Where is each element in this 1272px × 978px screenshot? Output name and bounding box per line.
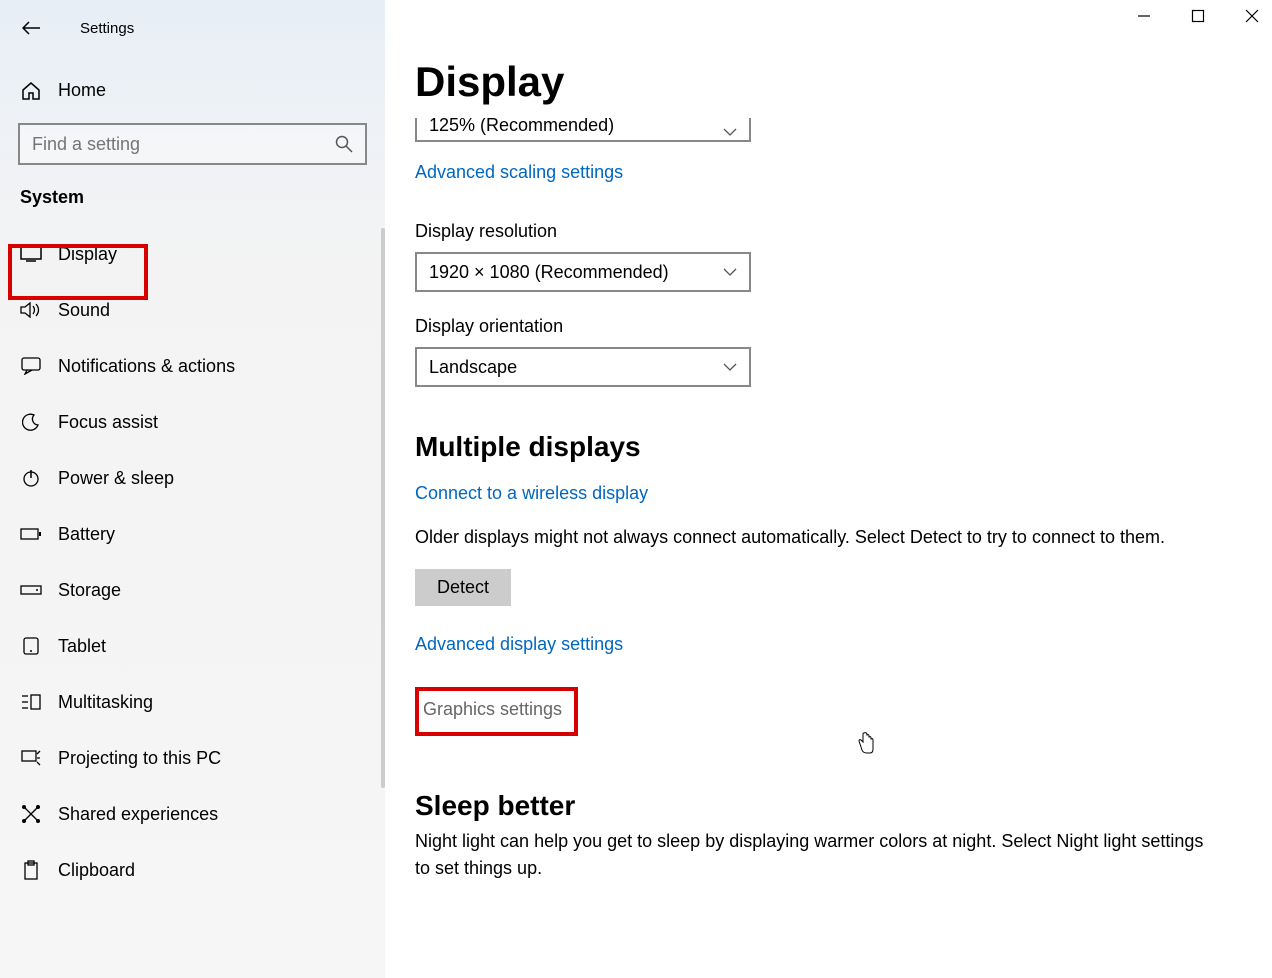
back-button[interactable] (20, 17, 42, 39)
resolution-label: Display resolution (415, 221, 1242, 242)
sidebar-item-label: Battery (58, 524, 115, 545)
sidebar-item-label: Multitasking (58, 692, 153, 713)
sidebar-item-sound[interactable]: Sound (0, 282, 385, 338)
sidebar-item-label: Home (58, 80, 106, 101)
page-title: Display (415, 58, 1242, 106)
arrow-left-icon (22, 21, 40, 35)
sidebar-item-focus-assist[interactable]: Focus assist (0, 394, 385, 450)
clipboard-icon (20, 860, 42, 880)
shared-icon (20, 805, 42, 823)
sidebar-item-label: Focus assist (58, 412, 158, 433)
resolution-value: 1920 × 1080 (Recommended) (429, 262, 669, 283)
sidebar-nav-list: Display Sound Notifications & actions Fo… (0, 226, 385, 898)
sidebar-item-home[interactable]: Home (0, 68, 385, 113)
sleep-better-heading: Sleep better (415, 790, 1242, 822)
sidebar-item-shared-experiences[interactable]: Shared experiences (0, 786, 385, 842)
projecting-icon (20, 750, 42, 766)
detect-description: Older displays might not always connect … (415, 524, 1205, 551)
advanced-display-link[interactable]: Advanced display settings (415, 634, 623, 655)
sidebar-item-notifications[interactable]: Notifications & actions (0, 338, 385, 394)
home-icon (20, 82, 42, 100)
sidebar-item-label: Projecting to this PC (58, 748, 221, 769)
sidebar-item-label: Notifications & actions (58, 356, 235, 377)
sound-icon (20, 301, 42, 319)
battery-icon (20, 528, 42, 540)
close-button[interactable] (1242, 6, 1262, 26)
sidebar-item-display[interactable]: Display (0, 226, 385, 282)
search-field[interactable] (32, 134, 321, 155)
resolution-dropdown[interactable]: 1920 × 1080 (Recommended) (415, 252, 751, 292)
sidebar-item-label: Clipboard (58, 860, 135, 881)
sleep-description: Night light can help you get to sleep by… (415, 828, 1205, 882)
storage-icon (20, 585, 42, 595)
sidebar-item-power-sleep[interactable]: Power & sleep (0, 450, 385, 506)
advanced-scaling-link[interactable]: Advanced scaling settings (415, 162, 623, 183)
multitasking-icon (20, 694, 42, 710)
sidebar-item-label: Power & sleep (58, 468, 174, 489)
notifications-icon (20, 357, 42, 375)
chevron-down-icon (723, 268, 737, 276)
search-input[interactable] (18, 123, 367, 165)
maximize-button[interactable] (1188, 6, 1208, 26)
search-icon (335, 135, 353, 153)
display-icon (20, 246, 42, 262)
sidebar-item-label: Shared experiences (58, 804, 218, 825)
power-icon (20, 469, 42, 487)
wireless-display-link[interactable]: Connect to a wireless display (415, 483, 648, 504)
scale-value: 125% (Recommended) (429, 118, 614, 136)
sidebar-item-label: Storage (58, 580, 121, 601)
sidebar-item-battery[interactable]: Battery (0, 506, 385, 562)
minimize-button[interactable] (1134, 6, 1154, 26)
orientation-value: Landscape (429, 357, 517, 378)
sidebar-item-label: Tablet (58, 636, 106, 657)
scale-dropdown[interactable]: 125% (Recommended) (415, 118, 751, 142)
sidebar-item-tablet[interactable]: Tablet (0, 618, 385, 674)
graphics-settings-link[interactable]: Graphics settings (423, 699, 562, 719)
sidebar-item-storage[interactable]: Storage (0, 562, 385, 618)
chevron-down-icon (723, 363, 737, 371)
sidebar-item-label: Sound (58, 300, 110, 321)
sidebar-item-projecting[interactable]: Projecting to this PC (0, 730, 385, 786)
sidebar-item-clipboard[interactable]: Clipboard (0, 842, 385, 898)
window-title: Settings (80, 20, 134, 37)
detect-button[interactable]: Detect (415, 569, 511, 606)
multiple-displays-heading: Multiple displays (415, 431, 1242, 463)
chevron-down-icon (723, 128, 737, 136)
sidebar-category: System (0, 165, 385, 226)
annotation-highlight-graphics: Graphics settings (415, 687, 578, 736)
sidebar: Settings Home System Display (0, 0, 385, 978)
orientation-label: Display orientation (415, 316, 1242, 337)
main-content: Display 125% (Recommended) Advanced scal… (385, 0, 1272, 978)
moon-icon (20, 413, 42, 431)
orientation-dropdown[interactable]: Landscape (415, 347, 751, 387)
sidebar-item-multitasking[interactable]: Multitasking (0, 674, 385, 730)
tablet-icon (20, 637, 42, 655)
sidebar-item-label: Display (58, 244, 117, 265)
